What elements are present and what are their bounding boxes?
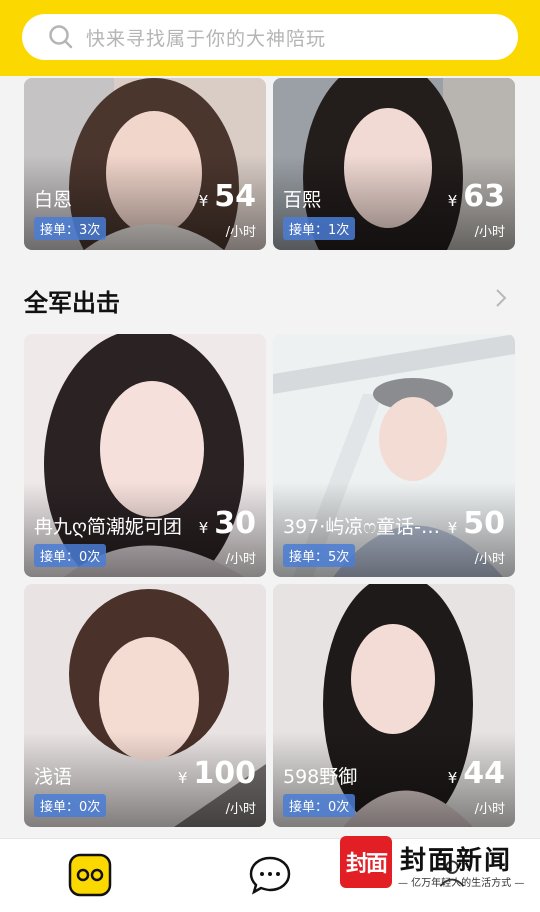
player-card[interactable]: 冉九ღ简潮妮可团 接单：0次 ¥ 30 /小时 (24, 334, 266, 577)
watermark-slogan: — 亿万年轻人的生活方式 — (398, 878, 525, 889)
search-placeholder: 快来寻找属于你的大神陪玩 (86, 27, 327, 50)
currency-symbol: ¥ (198, 519, 209, 537)
player-card[interactable]: 598野御 接单：0次 ¥ 44 /小时 (273, 584, 515, 827)
player-card[interactable]: 浅语 接单：0次 ¥ 100 /小时 (24, 584, 266, 827)
price-unit: /小时 (474, 802, 505, 817)
player-name: 冉九ღ简潮妮可团 (34, 516, 182, 538)
currency-symbol: ¥ (198, 192, 209, 210)
price: ¥ 100 (178, 756, 256, 791)
player-card[interactable]: 397·屿凉ෆ童话-童... 接单：5次 ¥ 50 /小时 (273, 334, 515, 577)
price-amount: 44 (463, 756, 505, 791)
order-count-badge: 接单：0次 (283, 794, 356, 817)
player-name: 白恩 (34, 189, 73, 211)
player-card[interactable]: 百熙 接单：1次 ¥ 63 /小时 (273, 78, 515, 250)
order-count-badge: 接单：3次 (34, 217, 107, 240)
price: ¥ 54 (199, 179, 256, 214)
order-count-badge: 接单：0次 (34, 544, 107, 567)
currency-symbol: ¥ (177, 769, 188, 787)
watermark: 封面 封面新闻 — 亿万年轻人的生活方式 — (340, 836, 536, 896)
player-name: 百熙 (283, 189, 322, 211)
home-face-icon[interactable] (68, 853, 112, 897)
price-amount: 100 (193, 756, 256, 791)
chat-bubble-icon[interactable] (248, 853, 292, 897)
order-count-badge: 接单：1次 (283, 217, 356, 240)
price: ¥ 30 (199, 506, 256, 541)
price-unit: /小时 (225, 552, 256, 567)
price: ¥ 63 (448, 179, 505, 214)
price-amount: 54 (214, 179, 256, 214)
price: ¥ 50 (448, 506, 505, 541)
watermark-logo: 封面 (340, 836, 392, 888)
price-unit: /小时 (474, 552, 505, 567)
search-input[interactable]: 快来寻找属于你的大神陪玩 (22, 14, 518, 60)
top-bar: 快来寻找属于你的大神陪玩 (0, 0, 540, 76)
order-count-badge: 接单：5次 (283, 544, 356, 567)
currency-symbol: ¥ (447, 192, 458, 210)
price-unit: /小时 (225, 225, 256, 240)
order-count-badge: 接单：0次 (34, 794, 107, 817)
search-icon (49, 25, 73, 49)
section-title: 全军出击 (24, 289, 120, 317)
player-name: 浅语 (34, 766, 73, 788)
price-amount: 50 (463, 506, 505, 541)
price-amount: 63 (463, 179, 505, 214)
price: ¥ 44 (448, 756, 505, 791)
price-amount: 30 (214, 506, 256, 541)
price-unit: /小时 (225, 802, 256, 817)
watermark-text: 封面新闻 (400, 846, 513, 876)
player-name: 397·屿凉ෆ童话-童... (283, 516, 453, 538)
player-card[interactable]: 白恩 接单：3次 ¥ 54 /小时 (24, 78, 266, 250)
currency-symbol: ¥ (447, 769, 458, 787)
chevron-right-icon[interactable] (494, 287, 508, 309)
currency-symbol: ¥ (447, 519, 458, 537)
price-unit: /小时 (474, 225, 505, 240)
player-name: 598野御 (283, 766, 358, 788)
